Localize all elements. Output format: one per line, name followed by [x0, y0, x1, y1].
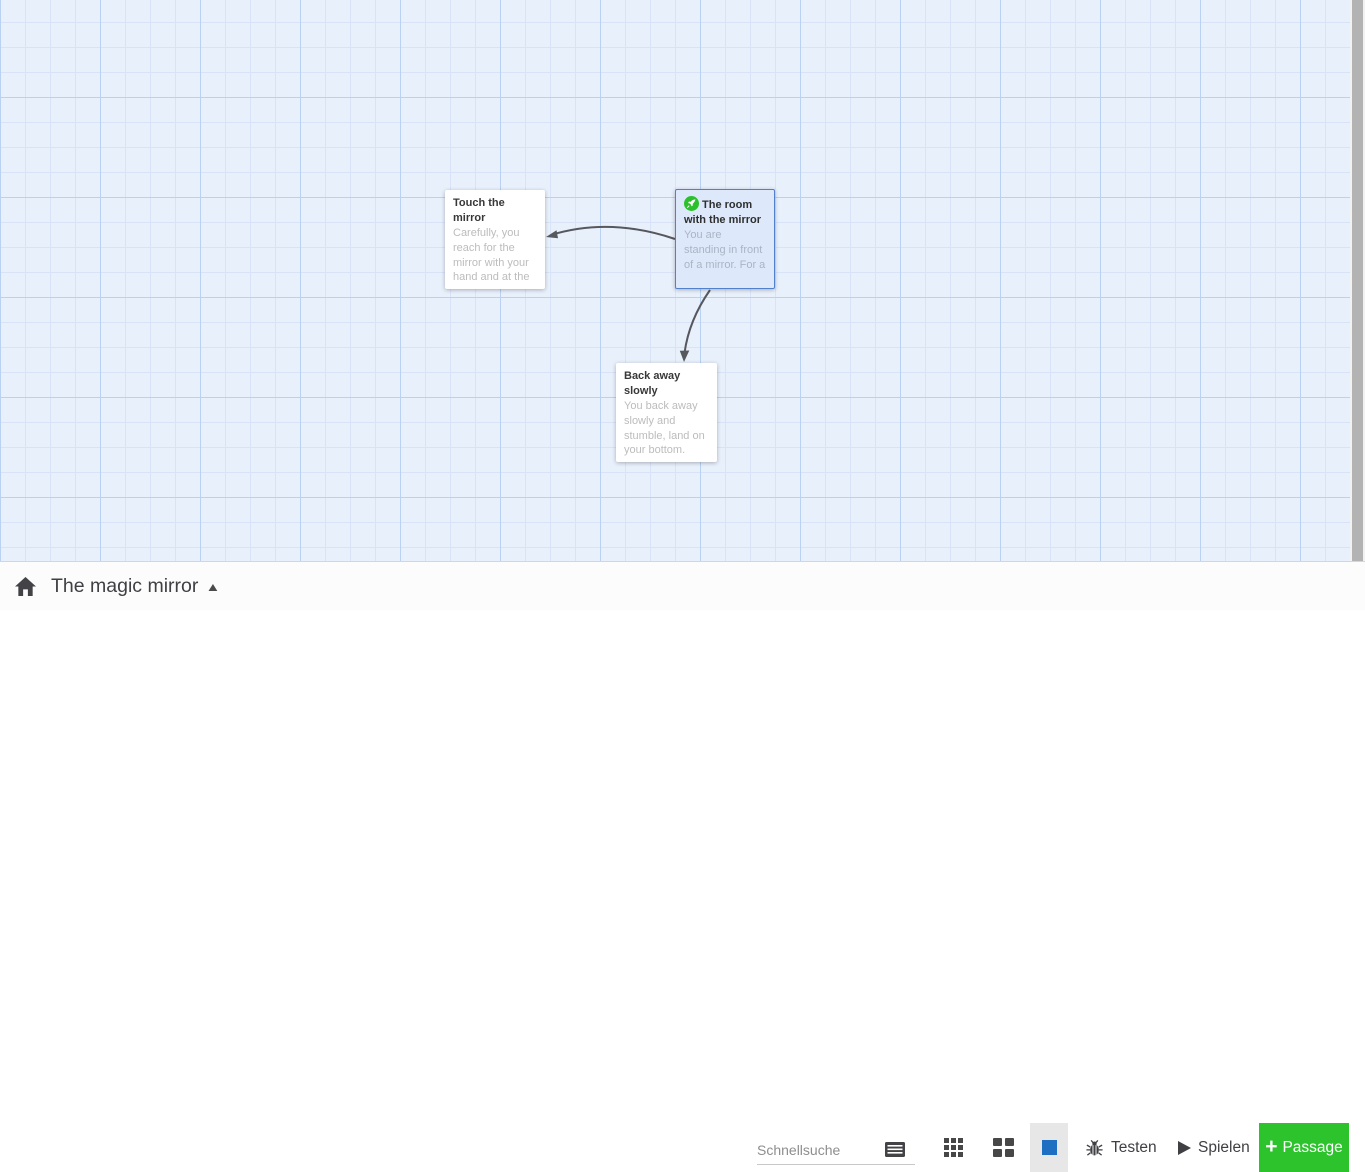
- plus-icon: +: [1265, 1135, 1278, 1158]
- story-title-label: The magic mirror: [51, 575, 199, 597]
- zoom-large-button-active[interactable]: [1030, 1123, 1068, 1172]
- play-icon: [1178, 1140, 1191, 1155]
- new-passage-label: Passage: [1282, 1138, 1343, 1156]
- new-passage-button[interactable]: + Passage: [1259, 1123, 1349, 1172]
- search-input[interactable]: [757, 1141, 883, 1158]
- test-story-button[interactable]: Testen: [1085, 1123, 1157, 1172]
- passage-title: Touch the mirror: [453, 197, 505, 224]
- zoom-medium-button[interactable]: [983, 1123, 1023, 1172]
- passage-excerpt: You back away slowly and stumble, land o…: [624, 400, 705, 457]
- vertical-scrollbar[interactable]: [1350, 0, 1365, 561]
- bug-icon: [1086, 1139, 1103, 1156]
- passage-excerpt: You are standing in front of a mirror. F…: [684, 229, 766, 271]
- passage-card-back-away-slowly[interactable]: Back away slowly You back away slowly an…: [616, 363, 717, 462]
- home-button[interactable]: [13, 575, 37, 599]
- bottom-toolbar: The magic mirror ▲ Testen: [0, 561, 1365, 1172]
- passage-title: The room with the mirror: [684, 196, 766, 227]
- story-title-menu[interactable]: The magic mirror ▲: [51, 575, 221, 598]
- play-story-button[interactable]: Spielen: [1178, 1123, 1250, 1172]
- scrollbar-thumb[interactable]: [1352, 0, 1363, 561]
- passage-card-touch-the-mirror[interactable]: Touch the mirror Carefully, you reach fo…: [445, 190, 545, 289]
- story-map-canvas[interactable]: Touch the mirror Carefully, you reach fo…: [0, 0, 1365, 561]
- grid-2x2-icon: [992, 1138, 1014, 1157]
- play-label: Spielen: [1198, 1138, 1250, 1156]
- passage-excerpt: Carefully, you reach for the mirror with…: [453, 227, 530, 284]
- test-label: Testen: [1111, 1138, 1157, 1156]
- zoom-small-button[interactable]: [933, 1123, 973, 1172]
- passage-title: Back away slowly: [624, 370, 681, 397]
- home-icon: [14, 576, 36, 597]
- passage-card-the-room-with-the-mirror[interactable]: The room with the mirror You are standin…: [675, 189, 775, 289]
- zoom-smallest-button[interactable]: [885, 1142, 905, 1157]
- caret-up-icon: ▲: [205, 579, 221, 594]
- quick-search-field: [757, 1135, 915, 1165]
- grid-3x3-icon: [943, 1138, 963, 1157]
- square-zoom-icon: [1041, 1140, 1057, 1155]
- start-passage-rocket-icon: [684, 196, 699, 211]
